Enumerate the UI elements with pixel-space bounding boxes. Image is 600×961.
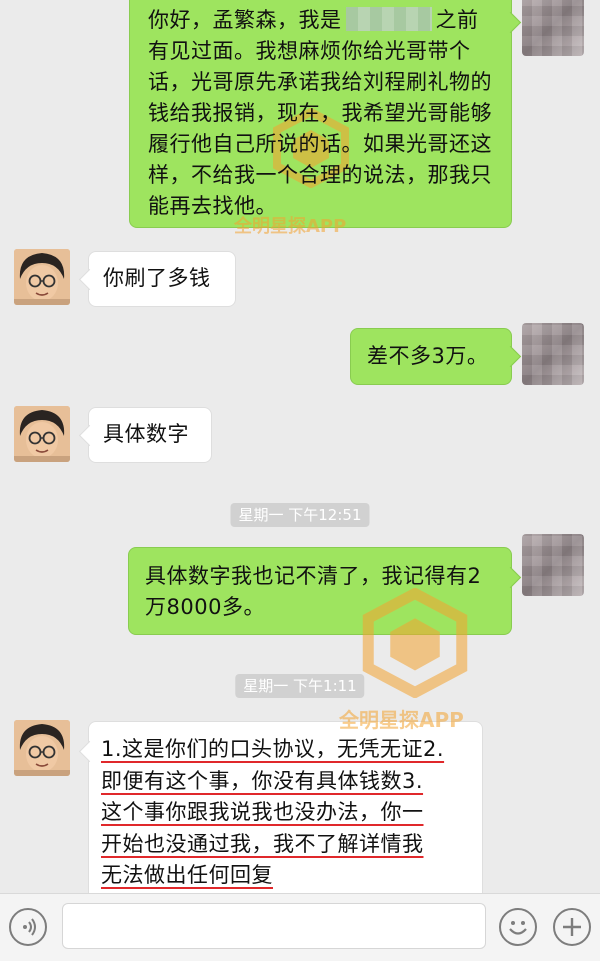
self-avatar[interactable] [522, 323, 584, 385]
emoji-icon [509, 921, 527, 935]
contact-avatar[interactable] [14, 720, 70, 776]
message-line: 即便有这个事，你没有具体钱数3. [101, 768, 424, 793]
message-bubble-self[interactable]: 你好，孟繁森，我是 之前有见过面。我想麻烦你给光哥带个话，光哥原先承诺我给刘程刷礼… [129, 0, 522, 228]
timestamp: 星期一 下午1:11 [235, 674, 365, 698]
message-text: 你刷了多钱 [103, 266, 211, 290]
message-text: 1.这是你们的口头协议，无凭无证2. 即便有这个事，你没有具体钱数3. 这个事你… [101, 734, 482, 892]
message-bubble-other[interactable]: 1.这是你们的口头协议，无凭无证2. 即便有这个事，你没有具体钱数3. 这个事你… [78, 721, 483, 893]
message-bubble-other[interactable]: 具体数字 [78, 407, 212, 463]
self-avatar[interactable] [522, 0, 584, 56]
input-bar [0, 893, 600, 961]
message-text: 你好，孟繁森，我是 之前有见过面。我想麻烦你给光哥带个话，光哥原先承诺我给刘程刷礼… [148, 7, 492, 218]
message-bubble-other[interactable]: 你刷了多钱 [78, 251, 236, 307]
message-line: 无法做出任何回复 [101, 863, 273, 887]
timestamp: 星期一 下午12:51 [230, 503, 370, 527]
chat-area[interactable]: 你好，孟繁森，我是 之前有见过面。我想麻烦你给光哥带个话，光哥原先承诺我给刘程刷礼… [0, 0, 600, 893]
message-text: 具体数字我也记不清了，我记得有2万8000多。 [145, 564, 482, 619]
self-avatar[interactable] [522, 534, 584, 596]
message-line: 这个事你跟我说我也没办法，你一 [101, 800, 424, 824]
voice-button[interactable] [9, 908, 47, 946]
message-text: 具体数字 [103, 422, 189, 446]
person-portrait-icon [14, 720, 70, 776]
person-portrait-icon [14, 406, 70, 462]
emoji-button[interactable] [499, 908, 537, 946]
voice-icon [23, 918, 36, 936]
message-bubble-self[interactable]: 具体数字我也记不清了，我记得有2万8000多。 [128, 547, 522, 635]
message-line: 开始也没通过我，我不了解详情我 [101, 831, 424, 856]
plus-button[interactable] [553, 908, 591, 946]
message-text: 差不多3万。 [367, 344, 489, 368]
message-line: 1.这是你们的口头协议，无凭无证2. [101, 737, 445, 761]
message-input[interactable] [62, 903, 486, 949]
person-portrait-icon [14, 249, 70, 305]
redacted-name [345, 7, 432, 31]
message-bubble-self[interactable]: 差不多3万。 [350, 328, 522, 385]
plus-icon [563, 918, 581, 936]
contact-avatar[interactable] [14, 406, 70, 462]
contact-avatar[interactable] [14, 249, 70, 305]
